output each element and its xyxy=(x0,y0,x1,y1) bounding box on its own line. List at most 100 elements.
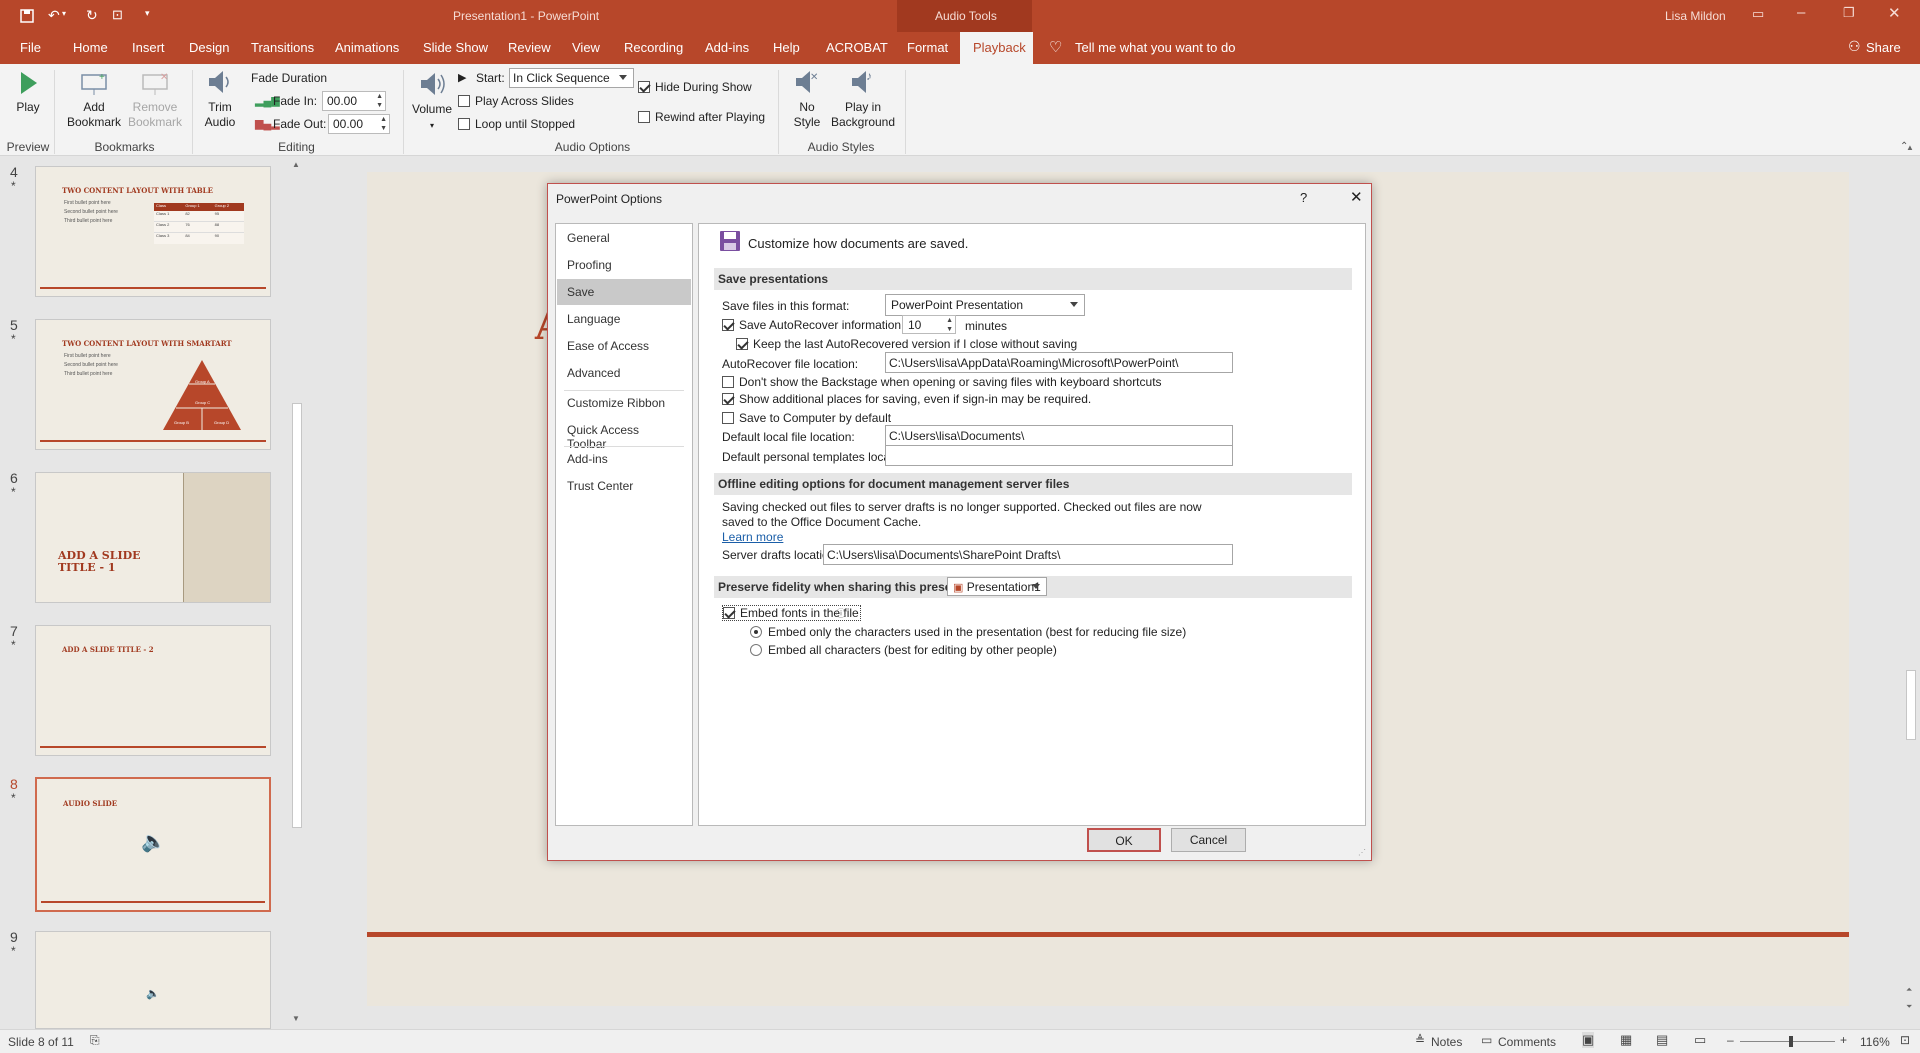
play-button[interactable]: Play xyxy=(10,70,46,115)
redo-icon[interactable]: ↻ xyxy=(86,7,98,24)
show-places-checkbox[interactable]: Show additional places for saving, even … xyxy=(722,392,1091,406)
fit-to-window-icon[interactable]: ⊡ xyxy=(1900,1033,1910,1047)
zoom-in-icon[interactable]: + xyxy=(1840,1033,1847,1047)
tab-file[interactable]: File xyxy=(20,40,41,55)
volume-button[interactable]: Volume ▾ xyxy=(410,70,454,133)
nav-language[interactable]: Language xyxy=(557,306,691,332)
format-select[interactable]: PowerPoint Presentation xyxy=(885,294,1085,316)
minimize-icon[interactable]: – xyxy=(1797,4,1805,21)
restore-icon[interactable]: ❐ xyxy=(1843,5,1855,21)
notes-button[interactable]: Notes xyxy=(1431,1035,1462,1049)
slide-thumbnail-5[interactable]: TWO CONTENT LAYOUT WITH SMARTART First b… xyxy=(35,319,271,450)
prev-slide-icon[interactable]: ⏶ xyxy=(1906,985,1912,995)
notes-icon[interactable]: ≜ xyxy=(1415,1033,1425,1047)
scroll-down-icon[interactable]: ▼ xyxy=(292,1014,300,1023)
close-icon[interactable]: ✕ xyxy=(1350,188,1363,206)
info-icon[interactable]: ⓘ xyxy=(836,605,846,620)
trim-audio-button[interactable]: Trim Audio xyxy=(200,68,240,130)
close-icon[interactable]: ✕ xyxy=(1888,4,1901,22)
resize-grip-icon[interactable]: ⋰ xyxy=(1358,848,1366,857)
save-icon[interactable] xyxy=(20,9,34,23)
checkbox[interactable] xyxy=(458,118,470,130)
zoom-slider-thumb[interactable] xyxy=(1789,1036,1793,1047)
spinner-arrows-icon[interactable]: ▲ ▼ xyxy=(376,92,383,110)
tab-recording[interactable]: Recording xyxy=(624,40,683,55)
tab-format[interactable]: Format xyxy=(907,40,948,55)
checkbox[interactable] xyxy=(722,319,734,331)
share-button[interactable]: Share xyxy=(1866,40,1901,55)
next-slide-icon[interactable]: ⏷ xyxy=(1906,1002,1912,1012)
server-drafts-input[interactable]: C:\Users\lisa\Documents\SharePoint Draft… xyxy=(823,544,1233,565)
user-name[interactable]: Lisa Mildon xyxy=(1665,9,1726,23)
thumbnail-scrollbar[interactable]: ▲ ▼ xyxy=(290,158,304,1028)
embed-only-radio[interactable]: Embed only the characters used in the pr… xyxy=(750,625,1186,639)
tab-add-ins[interactable]: Add-ins xyxy=(705,40,749,55)
scroll-up-icon[interactable]: ▲ xyxy=(1906,143,1914,152)
zoom-out-icon[interactable]: – xyxy=(1727,1033,1734,1047)
remove-bookmark-button[interactable]: ✕ Remove Bookmark xyxy=(127,70,183,130)
spell-check-icon[interactable]: ⎘ xyxy=(90,1033,100,1048)
nav-customize-ribbon[interactable]: Customize Ribbon xyxy=(557,390,691,416)
slide-thumbnail-6[interactable]: ADD A SLIDE TITLE - 1 xyxy=(35,472,271,603)
help-button[interactable]: ? xyxy=(1300,190,1307,205)
slide-thumbnail-8[interactable]: AUDIO SLIDE 🔈 xyxy=(35,777,271,912)
local-location-input[interactable]: C:\Users\lisa\Documents\ xyxy=(885,425,1233,446)
embed-all-radio[interactable]: Embed all characters (best for editing b… xyxy=(750,643,1057,657)
fidelity-document-select[interactable]: ▣ Presentation1 xyxy=(947,577,1047,596)
slide-thumbnail-7[interactable]: ADD A SLIDE TITLE - 2 xyxy=(35,625,271,756)
spinner-arrows-icon[interactable]: ▲ ▼ xyxy=(946,316,953,334)
tab-help[interactable]: Help xyxy=(773,40,800,55)
tab-acrobat[interactable]: ACROBAT xyxy=(826,40,888,55)
nav-trust-center[interactable]: Trust Center xyxy=(557,473,691,499)
autorecover-location-input[interactable]: C:\Users\lisa\AppData\Roaming\Microsoft\… xyxy=(885,352,1233,373)
tab-view[interactable]: View xyxy=(572,40,600,55)
tab-animations[interactable]: Animations xyxy=(335,40,399,55)
add-bookmark-button[interactable]: + Add Bookmark xyxy=(66,70,122,130)
tell-me-search[interactable]: Tell me what you want to do xyxy=(1075,40,1235,55)
rewind-checkbox[interactable]: Rewind after Playing xyxy=(638,110,765,124)
zoom-slider[interactable] xyxy=(1740,1041,1835,1042)
undo-icon[interactable]: ↶ xyxy=(48,7,60,24)
learn-more-link[interactable]: Learn more xyxy=(722,530,783,544)
play-across-checkbox[interactable]: Play Across Slides xyxy=(458,94,574,108)
checkbox[interactable] xyxy=(638,111,650,123)
comments-icon[interactable]: ▭ xyxy=(1481,1033,1492,1047)
nav-general[interactable]: General xyxy=(557,225,691,251)
nav-save[interactable]: Save xyxy=(557,279,691,305)
nav-advanced[interactable]: Advanced xyxy=(557,360,691,386)
slide-scrollbar[interactable]: ▲ ⏶ ⏷ xyxy=(1902,140,1920,1030)
templates-location-input[interactable] xyxy=(885,445,1233,466)
checkbox[interactable] xyxy=(722,393,734,405)
checkbox[interactable] xyxy=(722,412,734,424)
nav-quick-access-toolbar[interactable]: Quick Access Toolbar xyxy=(557,417,691,451)
slideshow-view-icon[interactable]: ▭ xyxy=(1694,1032,1706,1048)
tab-design[interactable]: Design xyxy=(189,40,229,55)
zoom-level[interactable]: 116% xyxy=(1860,1035,1890,1049)
slide-thumbnail-4[interactable]: TWO CONTENT LAYOUT WITH TABLE First bull… xyxy=(35,166,271,297)
save-to-computer-checkbox[interactable]: Save to Computer by default xyxy=(722,411,891,425)
present-from-start-icon[interactable]: ⊡ xyxy=(112,7,123,23)
tab-review[interactable]: Review xyxy=(508,40,551,55)
checkbox[interactable] xyxy=(458,95,470,107)
ribbon-display-icon[interactable]: ▭ xyxy=(1752,6,1764,22)
tab-insert[interactable]: Insert xyxy=(132,40,165,55)
play-in-background-button[interactable]: ♪ Play in Background xyxy=(830,68,896,130)
scrollbar-thumb[interactable] xyxy=(292,403,302,828)
radio[interactable] xyxy=(750,626,762,638)
start-select[interactable]: In Click Sequence xyxy=(509,68,634,88)
spinner-arrows-icon[interactable]: ▲ ▼ xyxy=(380,115,387,133)
slide-sorter-icon[interactable]: ▦ xyxy=(1620,1032,1632,1048)
comments-button[interactable]: Comments xyxy=(1498,1035,1556,1049)
nav-add-ins[interactable]: Add-ins xyxy=(557,446,691,472)
checkbox[interactable] xyxy=(736,338,748,350)
hide-during-show-checkbox[interactable]: Hide During Show xyxy=(638,80,752,94)
customize-qat-icon[interactable]: ▾ xyxy=(145,8,150,19)
tab-home[interactable]: Home xyxy=(73,40,108,55)
tab-playback[interactable]: Playback xyxy=(960,32,1033,64)
nav-ease-of-access[interactable]: Ease of Access xyxy=(557,333,691,359)
checkbox[interactable] xyxy=(638,81,650,93)
checkbox[interactable] xyxy=(722,376,734,388)
no-backstage-checkbox[interactable]: Don't show the Backstage when opening or… xyxy=(722,375,1162,389)
autorecover-minutes-input[interactable]: 10 ▲ ▼ xyxy=(902,315,956,334)
keep-last-checkbox[interactable]: Keep the last AutoRecovered version if I… xyxy=(736,337,1077,351)
